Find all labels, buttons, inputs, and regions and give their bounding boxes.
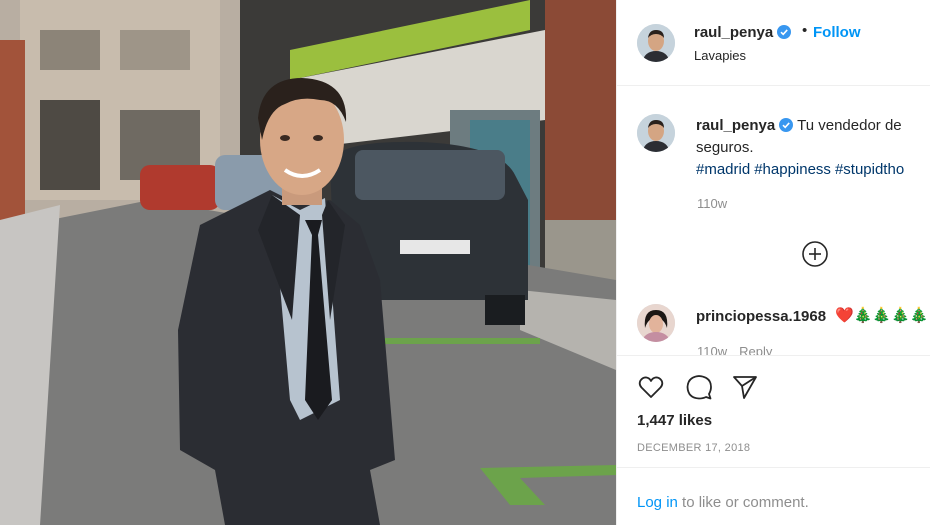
login-prompt-text: Log in to like or comment. bbox=[637, 494, 809, 511]
comments-section[interactable]: raul_penya Tu vendedor de seguros. #madr… bbox=[617, 87, 930, 355]
verified-badge-icon bbox=[777, 25, 792, 39]
caption-author-avatar[interactable] bbox=[637, 114, 675, 152]
commenter-avatar[interactable] bbox=[637, 304, 675, 342]
hashtag-link[interactable]: #madrid bbox=[696, 161, 750, 178]
author-avatar[interactable] bbox=[637, 24, 675, 62]
reply-button[interactable]: Reply bbox=[739, 344, 772, 355]
post-actions: 1,447 likes DECEMBER 17, 2018 bbox=[617, 355, 930, 467]
post-location[interactable]: Lavapies bbox=[694, 48, 746, 63]
comment-time[interactable]: 110w bbox=[697, 344, 727, 355]
verified-badge-icon bbox=[779, 118, 794, 132]
caption-text-line2: seguros. bbox=[696, 139, 754, 156]
follow-button[interactable]: Follow bbox=[813, 24, 861, 41]
caption-hashtags: #madrid #happiness #stupidtho bbox=[696, 159, 930, 181]
load-more-comments-icon[interactable] bbox=[801, 240, 829, 268]
post-date[interactable]: DECEMBER 17, 2018 bbox=[637, 442, 750, 454]
login-prompt: Log in to like or comment. bbox=[617, 467, 930, 525]
separator-dot: • bbox=[802, 22, 808, 39]
login-link[interactable]: Log in bbox=[637, 494, 678, 511]
post-photo[interactable] bbox=[0, 0, 616, 525]
street-scene-image bbox=[0, 0, 616, 525]
login-prompt-rest: to like or comment. bbox=[677, 494, 809, 511]
heart-icon[interactable] bbox=[637, 373, 665, 401]
likes-count[interactable]: 1,447 likes bbox=[637, 412, 712, 429]
comment-text: ❤️🎄🎄🎄🎄 bbox=[835, 307, 929, 324]
hashtag-link[interactable]: #stupidtho bbox=[835, 161, 904, 178]
share-icon[interactable] bbox=[731, 373, 759, 401]
caption-text-line1: Tu vendedor de bbox=[797, 117, 902, 134]
post-side-panel: raul_penya • Follow Lavapies raul_penya … bbox=[616, 0, 930, 525]
caption: raul_penya Tu vendedor de seguros. #madr… bbox=[696, 115, 930, 181]
author-username[interactable]: raul_penya bbox=[694, 24, 792, 41]
post-header: raul_penya • Follow Lavapies bbox=[617, 0, 930, 86]
comment-meta: 110w Reply bbox=[697, 344, 784, 355]
caption-username[interactable]: raul_penya bbox=[696, 117, 775, 134]
hashtag-link[interactable]: #happiness bbox=[754, 161, 831, 178]
author-username-text[interactable]: raul_penya bbox=[694, 24, 773, 41]
caption-time[interactable]: 110w bbox=[697, 196, 727, 211]
comment-icon[interactable] bbox=[685, 373, 713, 401]
commenter-username[interactable]: princiopessa.1968 bbox=[696, 308, 826, 325]
